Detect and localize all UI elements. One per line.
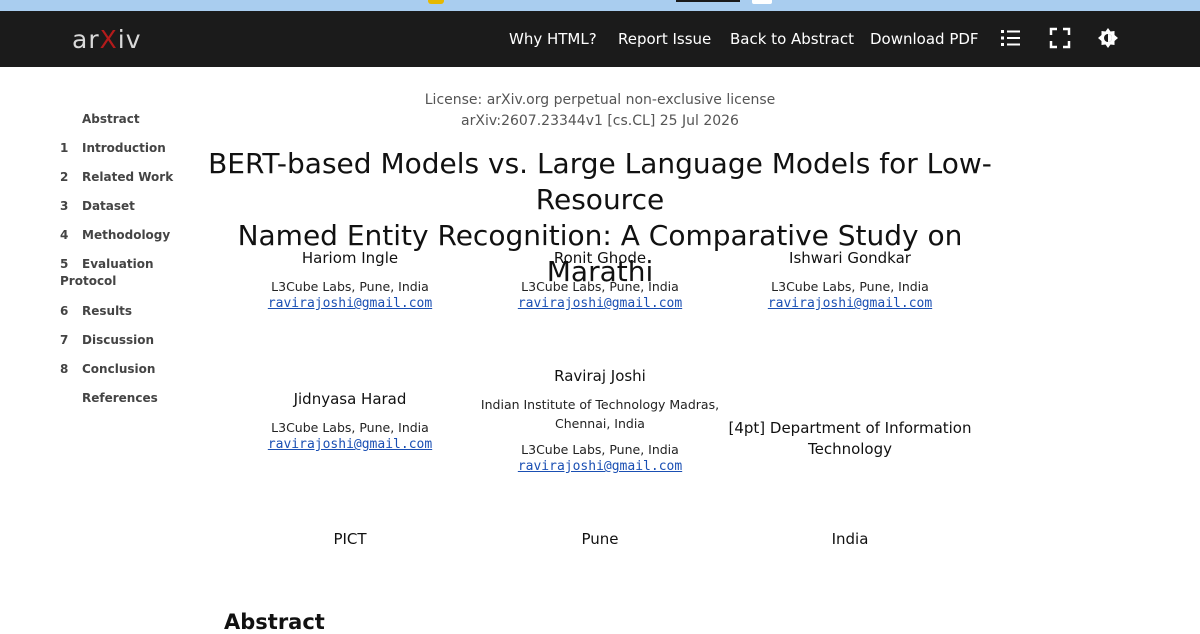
author-name: Ishwari Gondkar [789, 249, 911, 267]
author-block: Hariom Ingle L3Cube Labs, Pune, India ra… [225, 249, 475, 311]
author-email-link[interactable]: ravirajoshi@gmail.com [475, 459, 725, 474]
author-name: Hariom Ingle [301, 249, 399, 267]
toc-number: 2 [60, 170, 69, 184]
toc-label: Dataset [82, 199, 135, 213]
report-issue-link[interactable]: Report Issue [618, 30, 711, 48]
toc-item-related-work[interactable]: 2 Related Work [56, 170, 216, 199]
institution-country: India [831, 530, 869, 548]
logo-text-ar: ar [72, 25, 100, 54]
license-text[interactable]: License: arXiv.org perpetual non-exclusi… [0, 92, 1200, 108]
table-of-contents: Abstract 1 Introduction 2 Related Work 3… [56, 112, 216, 420]
toc-number: 5 [60, 257, 69, 271]
toc-item-conclusion[interactable]: 8 Conclusion [56, 362, 216, 391]
toc-item-evaluation-protocol[interactable]: 5 Evaluation Protocol [56, 257, 216, 304]
author-block: Jidnyasa Harad L3Cube Labs, Pune, India … [225, 390, 475, 452]
toc-number: 6 [60, 304, 69, 318]
fullscreen-icon[interactable] [1049, 27, 1071, 49]
author-affiliation: L3Cube Labs, Pune, India [771, 279, 929, 294]
paper-title-line: BERT-based Models vs. Large Language Mod… [208, 147, 992, 216]
author-block: Raviraj Joshi Indian Institute of Techno… [475, 367, 725, 474]
author-name: Raviraj Joshi [554, 367, 646, 385]
notice-icon [428, 0, 444, 4]
department-block: [4pt] Department of Information Technolo… [725, 419, 975, 458]
author-name: Ronit Ghode [553, 249, 647, 267]
author-affiliation: L3Cube Labs, Pune, India [271, 279, 429, 294]
navbar: arXiv Why HTML? Report Issue Back to Abs… [0, 11, 1200, 67]
toc-label: Results [82, 304, 133, 318]
toc-label: Conclusion [82, 362, 156, 376]
author-affiliation: L3Cube Labs, Pune, India [271, 420, 429, 435]
author-affiliation: L3Cube Labs, Pune, India [521, 279, 679, 294]
download-pdf-link[interactable]: Download PDF [870, 30, 979, 48]
author-name: Jidnyasa Harad [293, 390, 407, 408]
toc-number: 4 [60, 228, 69, 242]
department-line: Technology [807, 440, 893, 458]
why-html-link[interactable]: Why HTML? [509, 30, 597, 48]
author-email-link[interactable]: ravirajoshi@gmail.com [725, 296, 975, 311]
toc-label: References [82, 391, 158, 405]
author-email-link[interactable]: ravirajoshi@gmail.com [225, 437, 475, 452]
toc-item-introduction[interactable]: 1 Introduction [56, 141, 216, 170]
browser-notice-strip [0, 0, 1200, 11]
notice-link[interactable] [676, 0, 740, 2]
institution-city: Pune [581, 530, 619, 548]
toc-number: 8 [60, 362, 69, 376]
arxiv-id: arXiv:2607.23344v1 [cs.CL] 25 Jul 2026 [461, 113, 739, 129]
toc-label: Introduction [82, 141, 166, 155]
author-email-link[interactable]: ravirajoshi@gmail.com [225, 296, 475, 311]
institution-pict: PICT [333, 530, 367, 548]
toc-label: Discussion [82, 333, 155, 347]
toc-number: 1 [60, 141, 69, 155]
toc-item-references[interactable]: References [56, 391, 216, 420]
toc-item-methodology[interactable]: 4 Methodology [56, 228, 216, 257]
notice-close-button[interactable] [752, 0, 772, 4]
toc-label: Evaluation [82, 257, 154, 271]
logo-text-iv: iv [117, 25, 142, 54]
author-block: Ronit Ghode L3Cube Labs, Pune, India rav… [475, 249, 725, 311]
toc-label-continued: Protocol [60, 274, 117, 288]
toc-item-discussion[interactable]: 7 Discussion [56, 333, 216, 362]
table-of-contents-icon[interactable] [1000, 27, 1022, 49]
author-affiliation: Chennai, India [555, 416, 645, 431]
author-email-link[interactable]: ravirajoshi@gmail.com [475, 296, 725, 311]
department-line: [4pt] Department of Information [728, 419, 972, 437]
toc-number: 7 [60, 333, 69, 347]
toc-label: Related Work [82, 170, 174, 184]
toc-item-dataset[interactable]: 3 Dataset [56, 199, 216, 228]
toc-number: 3 [60, 199, 69, 213]
toc-label: Methodology [82, 228, 171, 242]
abstract-heading: Abstract [224, 610, 325, 634]
author-affiliation: L3Cube Labs, Pune, India [521, 442, 679, 457]
toc-item-results[interactable]: 6 Results [56, 304, 216, 333]
author-affiliation: Indian Institute of Technology Madras, [480, 397, 720, 412]
author-block: Ishwari Gondkar L3Cube Labs, Pune, India… [725, 249, 975, 311]
back-to-abstract-link[interactable]: Back to Abstract [730, 30, 854, 48]
logo-text-x: X [99, 25, 118, 54]
theme-toggle-icon[interactable] [1097, 27, 1119, 49]
arxiv-logo[interactable]: arXiv [72, 25, 142, 54]
